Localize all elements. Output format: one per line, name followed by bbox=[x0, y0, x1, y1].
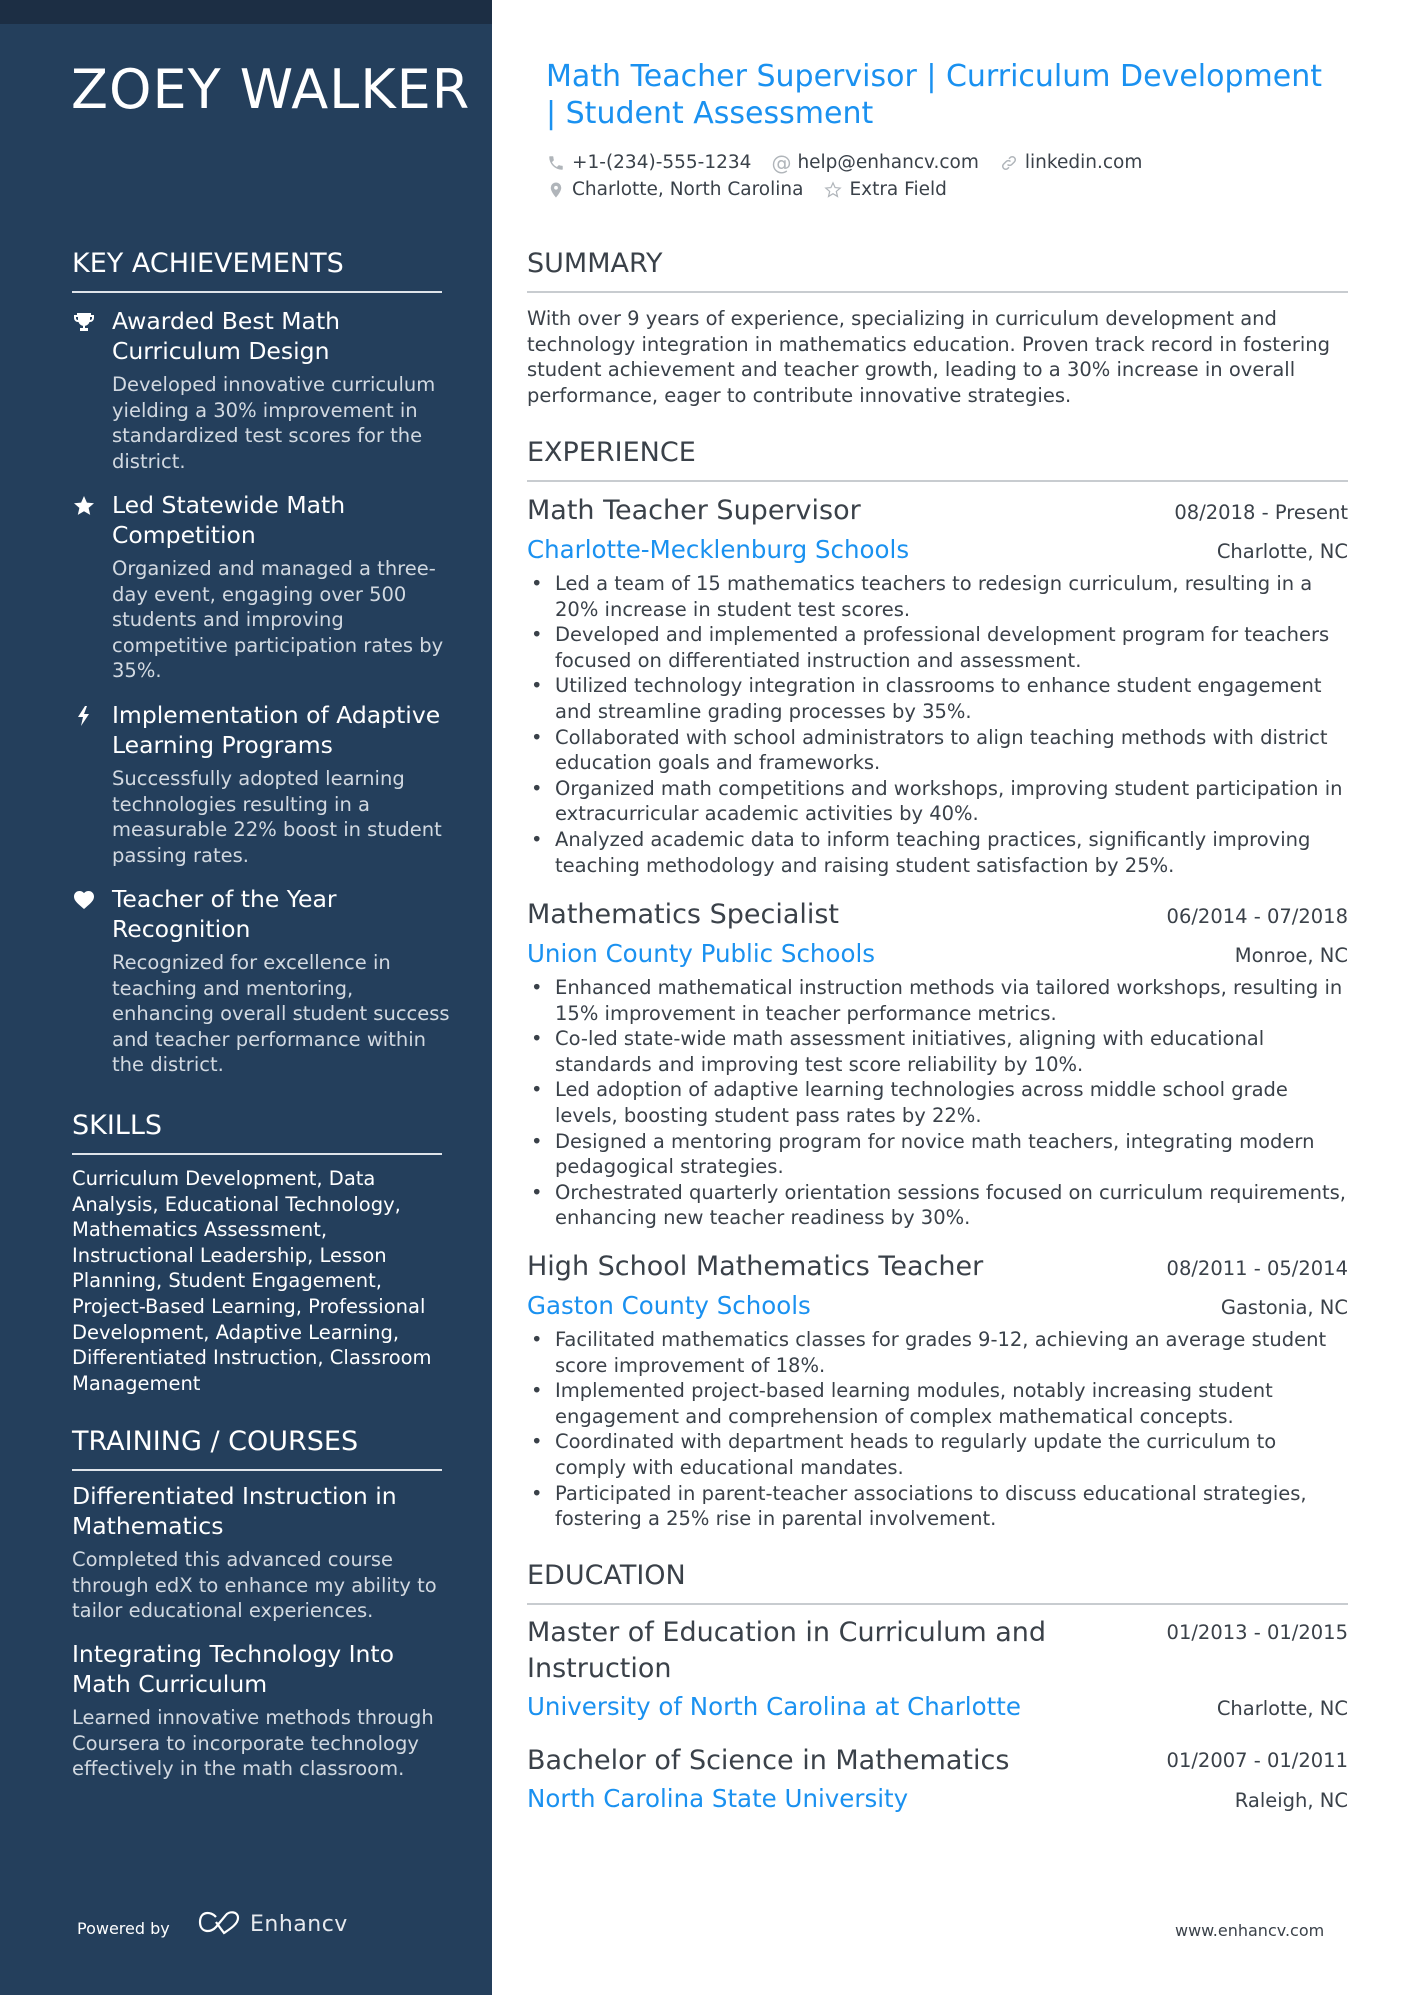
job-bullet: Enhanced mathematical instruction method… bbox=[527, 975, 1348, 1026]
education-school[interactable]: North Carolina State University bbox=[527, 1784, 908, 1813]
summary-text: With over 9 years of experience, special… bbox=[527, 307, 1331, 407]
job-bullets: Facilitated mathematics classes for grad… bbox=[527, 1327, 1348, 1532]
job-entry: High School Mathematics Teacher 08/2011 … bbox=[527, 1249, 1348, 1532]
job-bullet: Developed and implemented a professional… bbox=[527, 622, 1348, 673]
achievements-heading: KEY ACHIEVEMENTS bbox=[72, 248, 442, 293]
contact-email[interactable]: @ help@enhancv.com bbox=[771, 150, 979, 175]
job-dates: 08/2011 - 05/2014 bbox=[1166, 1257, 1348, 1280]
job-bullet: Collaborated with school administrators … bbox=[527, 725, 1348, 776]
job-bullets: Led a team of 15 mathematics teachers to… bbox=[527, 571, 1348, 878]
achievement-item: Awarded Best Math Curriculum Design Deve… bbox=[72, 306, 452, 474]
job-bullet: Participated in parent-teacher associati… bbox=[527, 1481, 1348, 1532]
job-dates: 08/2018 - Present bbox=[1174, 501, 1348, 524]
location-text: Charlotte, North Carolina bbox=[572, 179, 804, 200]
education-dates: 01/2007 - 01/2011 bbox=[1166, 1749, 1348, 1772]
job-location: Monroe, NC bbox=[1234, 944, 1348, 967]
course-item: Integrating Technology Into Math Curricu… bbox=[72, 1639, 452, 1782]
job-location: Charlotte, NC bbox=[1216, 540, 1348, 563]
extra-field-text: Extra Field bbox=[849, 179, 947, 200]
course-description: Learned innovative methods through Cours… bbox=[72, 1706, 434, 1781]
enhancv-logo-icon bbox=[196, 1909, 242, 1940]
bolt-icon bbox=[72, 704, 96, 728]
main-content: Math Teacher Supervisor | Curriculum Dev… bbox=[492, 0, 1410, 1995]
job-company[interactable]: Charlotte-Mecklenburg Schools bbox=[527, 534, 909, 566]
contact-location: Charlotte, North Carolina bbox=[546, 179, 803, 200]
job-bullet: Organized math competitions and workshop… bbox=[527, 776, 1348, 827]
job-bullet: Utilized technology integration in class… bbox=[527, 673, 1348, 724]
star-icon bbox=[72, 494, 96, 518]
education-degree: Bachelor of Science in Mathematics bbox=[527, 1745, 1010, 1776]
achievement-title: Implementation of Adaptive Learning Prog… bbox=[112, 701, 441, 759]
job-bullet: Designed a mentoring program for novice … bbox=[527, 1129, 1348, 1180]
enhancv-brand[interactable]: Enhancv bbox=[196, 1909, 348, 1940]
achievement-item: Implementation of Adaptive Learning Prog… bbox=[72, 700, 452, 868]
summary-heading: SUMMARY bbox=[527, 248, 1348, 293]
phone-text: +1-(234)-555-1234 bbox=[572, 152, 752, 173]
contact-phone[interactable]: +1-(234)-555-1234 bbox=[546, 152, 751, 173]
education-dates: 01/2013 - 01/2015 bbox=[1166, 1621, 1348, 1644]
job-bullets: Enhanced mathematical instruction method… bbox=[527, 975, 1348, 1231]
footer-url[interactable]: www.enhancv.com bbox=[1175, 1921, 1324, 1940]
contact-website[interactable]: linkedin.com bbox=[999, 152, 1142, 173]
achievement-description: Successfully adopted learning technologi… bbox=[112, 767, 442, 867]
job-location: Gastonia, NC bbox=[1220, 1296, 1348, 1319]
job-bullet: Coordinated with department heads to reg… bbox=[527, 1429, 1348, 1480]
location-pin-icon bbox=[546, 180, 566, 200]
job-entry: Mathematics Specialist 06/2014 - 07/2018… bbox=[527, 897, 1348, 1231]
powered-by-label: Powered by bbox=[77, 1919, 170, 1938]
job-bullet: Co-led state-wide math assessment initia… bbox=[527, 1026, 1348, 1077]
course-title: Integrating Technology Into Math Curricu… bbox=[72, 1640, 395, 1698]
achievement-title: Led Statewide Math Competition bbox=[112, 491, 346, 549]
achievement-title: Awarded Best Math Curriculum Design bbox=[112, 307, 341, 365]
contact-info: +1-(234)-555-1234 @ help@enhancv.com lin… bbox=[546, 149, 1346, 203]
job-role: High School Mathematics Teacher bbox=[527, 1251, 984, 1282]
course-title: Differentiated Instruction in Mathematic… bbox=[72, 1482, 397, 1540]
email-text: help@enhancv.com bbox=[797, 152, 979, 173]
job-bullet: Led a team of 15 mathematics teachers to… bbox=[527, 571, 1348, 622]
contact-extra: Extra Field bbox=[823, 179, 947, 200]
skills-heading: SKILLS bbox=[72, 1110, 442, 1155]
job-bullet: Implemented project-based learning modul… bbox=[527, 1378, 1348, 1429]
achievement-description: Organized and managed a three-day event,… bbox=[112, 557, 444, 683]
at-icon: @ bbox=[771, 150, 792, 175]
course-item: Differentiated Instruction in Mathematic… bbox=[72, 1481, 452, 1624]
trophy-icon bbox=[72, 310, 96, 334]
job-role: Mathematics Specialist bbox=[527, 899, 840, 930]
job-bullet: Orchestrated quarterly orientation sessi… bbox=[527, 1180, 1348, 1231]
achievement-item: Led Statewide Math Competition Organized… bbox=[72, 490, 452, 684]
job-bullet: Analyzed academic data to inform teachin… bbox=[527, 827, 1348, 878]
link-icon bbox=[999, 153, 1019, 173]
candidate-name: ZOEY WALKER bbox=[71, 58, 471, 121]
education-location: Raleigh, NC bbox=[1234, 1789, 1348, 1812]
top-strip bbox=[0, 0, 492, 24]
job-company[interactable]: Gaston County Schools bbox=[527, 1290, 811, 1322]
website-text: linkedin.com bbox=[1024, 152, 1143, 173]
education-entry: Bachelor of Science in Mathematics 01/20… bbox=[527, 1743, 1348, 1813]
job-bullet: Facilitated mathematics classes for grad… bbox=[527, 1327, 1348, 1378]
course-description: Completed this advanced course through e… bbox=[72, 1548, 437, 1623]
education-heading: EDUCATION bbox=[527, 1560, 1348, 1605]
heart-icon bbox=[72, 888, 96, 912]
achievement-description: Recognized for excellence in teaching an… bbox=[112, 951, 450, 1077]
education-entry: Master of Education in Curriculum and In… bbox=[527, 1615, 1348, 1721]
experience-heading: EXPERIENCE bbox=[527, 437, 1348, 482]
training-heading: TRAINING / COURSES bbox=[72, 1426, 442, 1471]
achievement-description: Developed innovative curriculum yielding… bbox=[112, 373, 436, 473]
achievement-title: Teacher of the Year Recognition bbox=[112, 885, 337, 943]
headline: Math Teacher Supervisor | Curriculum Dev… bbox=[546, 59, 1322, 131]
job-bullet: Led adoption of adaptive learning techno… bbox=[527, 1077, 1348, 1128]
job-role: Math Teacher Supervisor bbox=[527, 495, 861, 526]
job-company[interactable]: Union County Public Schools bbox=[527, 938, 875, 970]
education-location: Charlotte, NC bbox=[1216, 1697, 1348, 1720]
education-degree: Master of Education in Curriculum and In… bbox=[527, 1617, 1047, 1684]
education-school[interactable]: University of North Carolina at Charlott… bbox=[527, 1692, 1021, 1721]
sidebar: ZOEY WALKER KEY ACHIEVEMENTS Awarded Bes… bbox=[0, 0, 492, 1995]
job-entry: Math Teacher Supervisor 08/2018 - Presen… bbox=[527, 493, 1348, 878]
skills-list: Curriculum Development, Data Analysis, E… bbox=[72, 1167, 432, 1395]
phone-icon bbox=[546, 153, 566, 173]
enhancv-wordmark: Enhancv bbox=[250, 1912, 348, 1937]
job-dates: 06/2014 - 07/2018 bbox=[1166, 905, 1348, 928]
star-outline-icon bbox=[823, 180, 843, 200]
achievement-item: Teacher of the Year Recognition Recogniz… bbox=[72, 884, 452, 1078]
